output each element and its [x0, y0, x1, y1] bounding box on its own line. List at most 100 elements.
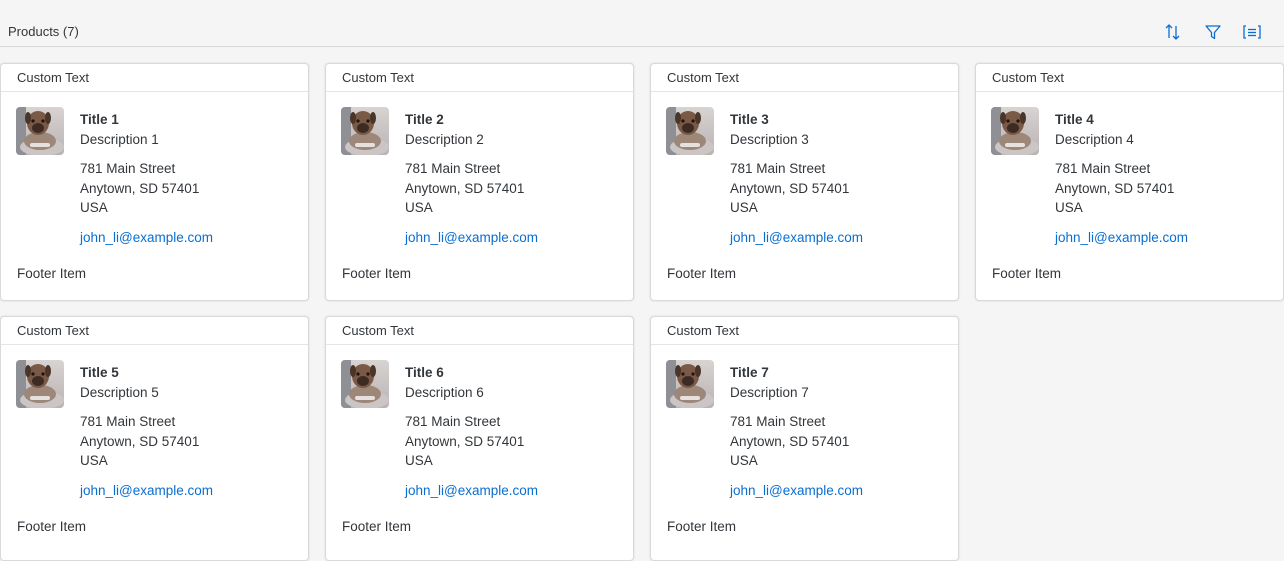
avatar — [666, 107, 714, 155]
address-country: USA — [80, 453, 108, 468]
address-city: Anytown, SD 57401 — [1055, 180, 1175, 196]
card-header: Custom Text — [1, 64, 308, 92]
card-header: Custom Text — [651, 64, 958, 92]
card-title: Title 3 — [730, 112, 769, 127]
card-info: Title 5 Description 5 781 Main Street Anyto… — [80, 363, 213, 500]
card-info: Title 6 Description 6 781 Main Street Anyto… — [405, 363, 538, 500]
card-header: Custom Text — [326, 317, 633, 345]
card-body: Title 5 Description 5 781 Main Street Anyto… — [1, 345, 308, 555]
toolbar: Products (7) — [0, 0, 1284, 47]
address-country: USA — [405, 200, 433, 215]
avatar — [666, 360, 714, 408]
dog-photo-icon — [341, 107, 389, 155]
card-description: Description 6 — [405, 384, 484, 400]
card-body: Title 4 Description 4 781 Main Street Anyto… — [976, 92, 1283, 302]
card-title: Title 4 — [1055, 112, 1094, 127]
card[interactable]: Custom Text Title 1 Description 1 781 Main … — [0, 63, 309, 301]
card[interactable]: Custom Text Title 3 Description 3 781 Main … — [650, 63, 959, 301]
filter-icon — [1204, 23, 1222, 41]
card-header: Custom Text — [976, 64, 1283, 92]
address-country: USA — [1055, 200, 1083, 215]
card-body: Title 3 Description 3 781 Main Street Anyto… — [651, 92, 958, 302]
card-footer: Footer Item — [17, 266, 87, 281]
card-title: Title 5 — [80, 365, 119, 380]
group-icon — [1242, 23, 1262, 41]
address-street: 781 Main Street — [405, 414, 501, 429]
address-country: USA — [80, 200, 108, 215]
card-address: 781 Main Street Anytown, SD 57401 USA — [730, 159, 863, 218]
card[interactable]: Custom Text Title 7 Description 7 781 Main … — [650, 316, 959, 561]
card-footer: Footer Item — [342, 519, 412, 534]
card-body: Title 2 Description 2 781 Main Street Anyto… — [326, 92, 633, 302]
email-link[interactable]: john_li@example.com — [730, 481, 863, 501]
filter-button[interactable] — [1201, 20, 1225, 44]
email-link[interactable]: john_li@example.com — [80, 481, 213, 501]
address-street: 781 Main Street — [730, 414, 826, 429]
card-footer: Footer Item — [992, 266, 1062, 281]
card-footer: Footer Item — [667, 519, 737, 534]
card-info: Title 3 Description 3 781 Main Street Anyto… — [730, 110, 863, 247]
card-description: Description 7 — [730, 384, 809, 400]
card-footer: Footer Item — [17, 519, 87, 534]
card-info: Title 2 Description 2 781 Main Street Anyto… — [405, 110, 538, 247]
card[interactable]: Custom Text Title 5 Description 5 781 Main … — [0, 316, 309, 561]
address-city: Anytown, SD 57401 — [730, 180, 850, 196]
card-address: 781 Main Street Anytown, SD 57401 USA — [1055, 159, 1188, 218]
card-address: 781 Main Street Anytown, SD 57401 USA — [405, 159, 538, 218]
address-city: Anytown, SD 57401 — [80, 180, 200, 196]
address-street: 781 Main Street — [730, 161, 826, 176]
card[interactable]: Custom Text Title 6 Description 6 781 Main … — [325, 316, 634, 561]
page-title: Products (7) — [8, 24, 79, 39]
card-body: Title 1 Description 1 781 Main Street Anyto… — [1, 92, 308, 302]
dog-photo-icon — [666, 107, 714, 155]
card-footer: Footer Item — [667, 266, 737, 281]
avatar — [991, 107, 1039, 155]
card-description: Description 4 — [1055, 131, 1134, 147]
email-link[interactable]: john_li@example.com — [405, 228, 538, 248]
address-city: Anytown, SD 57401 — [405, 433, 525, 449]
email-link[interactable]: john_li@example.com — [1055, 228, 1188, 248]
address-street: 781 Main Street — [1055, 161, 1151, 176]
card-description: Description 5 — [80, 384, 159, 400]
card-info: Title 4 Description 4 781 Main Street Anyto… — [1055, 110, 1188, 247]
sort-icon — [1163, 22, 1183, 42]
card-info: Title 7 Description 7 781 Main Street Anyto… — [730, 363, 863, 500]
dog-photo-icon — [666, 360, 714, 408]
address-city: Anytown, SD 57401 — [80, 433, 200, 449]
group-button[interactable] — [1240, 20, 1264, 44]
address-street: 781 Main Street — [80, 161, 176, 176]
address-street: 781 Main Street — [405, 161, 501, 176]
card-title: Title 1 — [80, 112, 119, 127]
avatar — [341, 107, 389, 155]
card-body: Title 7 Description 7 781 Main Street Anyto… — [651, 345, 958, 555]
card-header: Custom Text — [651, 317, 958, 345]
dog-photo-icon — [16, 360, 64, 408]
card-body: Title 6 Description 6 781 Main Street Anyto… — [326, 345, 633, 555]
card-description: Description 1 — [80, 131, 159, 147]
card[interactable]: Custom Text Title 4 Description 4 781 Main … — [975, 63, 1284, 301]
card-description: Description 2 — [405, 131, 484, 147]
dog-photo-icon — [991, 107, 1039, 155]
sort-button[interactable] — [1161, 20, 1185, 44]
card-info: Title 1 Description 1 781 Main Street Anyto… — [80, 110, 213, 247]
card-title: Title 6 — [405, 365, 444, 380]
card-header: Custom Text — [1, 317, 308, 345]
dog-photo-icon — [341, 360, 389, 408]
card[interactable]: Custom Text Title 2 Description 2 781 Main … — [325, 63, 634, 301]
address-city: Anytown, SD 57401 — [405, 180, 525, 196]
card-title: Title 7 — [730, 365, 769, 380]
dog-photo-icon — [16, 107, 64, 155]
card-address: 781 Main Street Anytown, SD 57401 USA — [730, 412, 863, 471]
card-description: Description 3 — [730, 131, 809, 147]
card-title: Title 2 — [405, 112, 444, 127]
card-address: 781 Main Street Anytown, SD 57401 USA — [80, 412, 213, 471]
card-address: 781 Main Street Anytown, SD 57401 USA — [80, 159, 213, 218]
card-header: Custom Text — [326, 64, 633, 92]
address-country: USA — [730, 453, 758, 468]
email-link[interactable]: john_li@example.com — [80, 228, 213, 248]
email-link[interactable]: john_li@example.com — [730, 228, 863, 248]
card-address: 781 Main Street Anytown, SD 57401 USA — [405, 412, 538, 471]
address-country: USA — [405, 453, 433, 468]
email-link[interactable]: john_li@example.com — [405, 481, 538, 501]
card-footer: Footer Item — [342, 266, 412, 281]
